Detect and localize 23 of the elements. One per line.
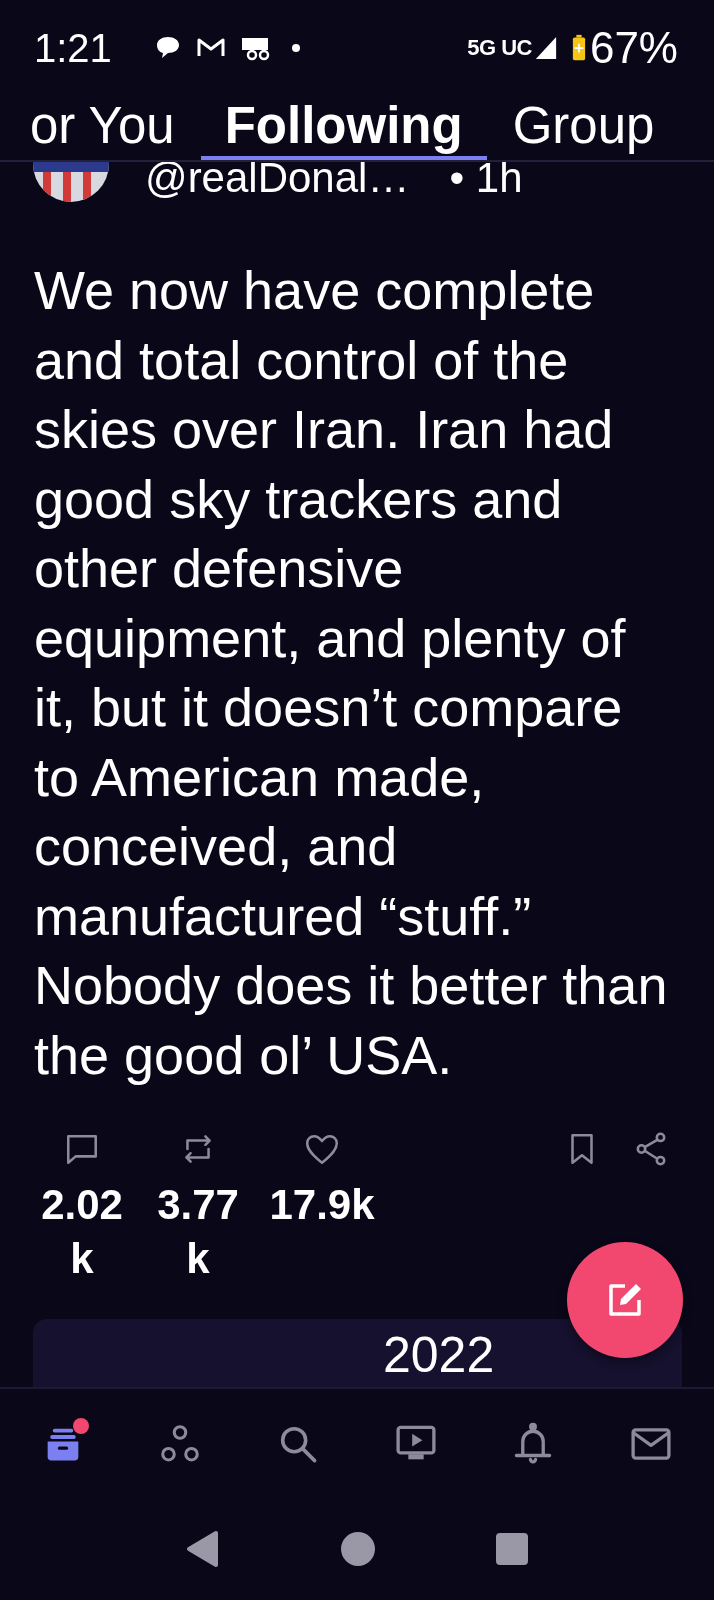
circles-icon xyxy=(161,1425,200,1462)
post-time: • 1h xyxy=(449,162,523,202)
card-text: 2022 xyxy=(383,1327,495,1383)
video-icon xyxy=(396,1425,436,1460)
action-count: 2.02k xyxy=(40,1180,124,1284)
bell-icon xyxy=(515,1422,552,1464)
post-text: We now have complete and total control of the skies over Iran. Iran had good sky trackers and other defensive equipment, and plenty of it, but it doesn’t compare to American made, conceived, and manufactured “stuff.” Nobody does it better than the good ol’ USA. xyxy=(33,259,669,1087)
dot-icon xyxy=(291,44,300,52)
battery-percent: 67% xyxy=(589,23,678,73)
mail-icon xyxy=(631,1428,671,1460)
status-time: 1:21 xyxy=(34,25,112,71)
action-count: 3.77k xyxy=(156,1180,240,1284)
back-icon[interactable] xyxy=(186,1530,220,1568)
feed-tab[interactable]: Group xyxy=(512,96,655,160)
network-type: 5G UC xyxy=(467,35,532,61)
search-icon xyxy=(281,1426,317,1463)
battery-icon xyxy=(571,33,586,63)
feed-tab[interactable]: or You xyxy=(30,96,175,160)
inbox-icon xyxy=(47,1428,79,1461)
user-handle[interactable]: @realDonal… xyxy=(145,162,410,202)
action-count: 17.9k xyxy=(269,1180,375,1230)
home-icon[interactable] xyxy=(340,1531,376,1567)
feed-tab[interactable]: Following xyxy=(200,96,487,160)
